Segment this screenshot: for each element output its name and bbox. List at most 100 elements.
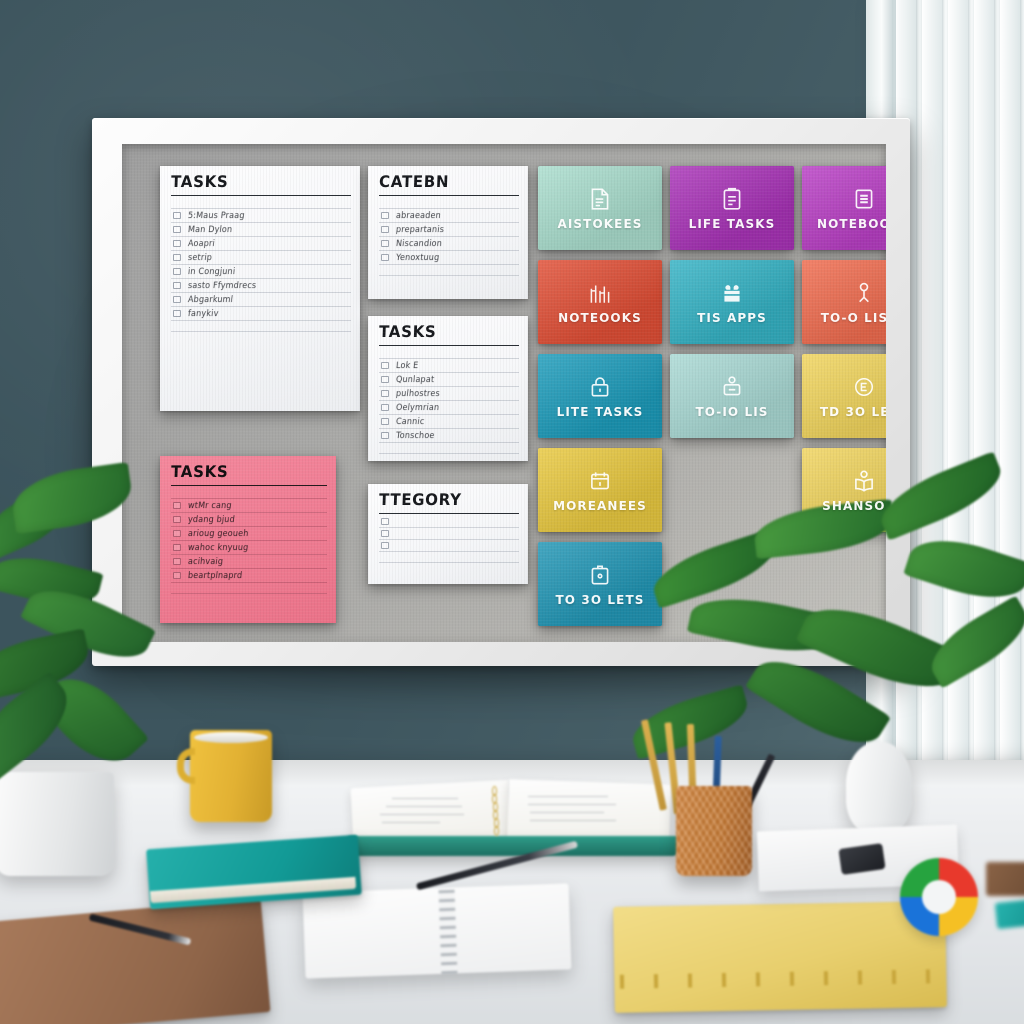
checkbox-icon[interactable]: [381, 362, 389, 369]
blind-slat: [1000, 0, 1020, 794]
teal-item-right-edge: [994, 896, 1024, 930]
note-row: [379, 443, 519, 454]
note-item-text: prepartanis: [395, 224, 445, 235]
checkbox-icon[interactable]: [381, 432, 389, 439]
note-row[interactable]: Man Dylon: [171, 223, 351, 237]
note-row[interactable]: 5:Maus Praag: [171, 209, 351, 223]
yellow-notebook[interactable]: [613, 901, 947, 1013]
checkbox-icon[interactable]: [173, 558, 181, 565]
note-row[interactable]: abraeaden: [379, 209, 519, 223]
checkbox-icon[interactable]: [173, 572, 181, 579]
checkbox-icon[interactable]: [173, 254, 181, 261]
note-row[interactable]: Abgarkuml: [171, 293, 351, 307]
note-tasks-main[interactable]: TASKS 5:Maus Praag Man Dylon Aoapri setr…: [160, 166, 360, 411]
white-vase: [846, 742, 912, 834]
notebook-text-line: [528, 804, 616, 805]
card-label: TD 3O LEFT: [819, 404, 886, 419]
checkbox-icon[interactable]: [173, 226, 181, 233]
card-noteooks[interactable]: NOTEOOKS: [538, 260, 662, 344]
card-aistokees[interactable]: AISTOKEES: [538, 166, 662, 250]
checkbox-icon[interactable]: [173, 516, 181, 523]
checkbox-icon[interactable]: [381, 376, 389, 383]
note-row[interactable]: wahoc knyuug: [171, 541, 327, 555]
checkbox-icon[interactable]: [381, 240, 389, 247]
notebook-spiral-coil: [494, 826, 499, 836]
note-row[interactable]: [379, 528, 519, 540]
note-item-text: wtMr cang: [187, 500, 233, 511]
checkbox-icon[interactable]: [173, 502, 181, 509]
pencil-cup[interactable]: [676, 786, 752, 876]
checkbox-icon[interactable]: [381, 254, 389, 261]
note-row[interactable]: Niscandion: [379, 237, 519, 251]
card-moreanees[interactable]: MOREANEES: [538, 448, 662, 532]
note-row[interactable]: ydang bjud: [171, 513, 327, 527]
note-title: CATEBN: [378, 172, 450, 192]
card-label: SHANSOCK: [822, 498, 886, 513]
brown-notebook[interactable]: [0, 898, 271, 1024]
card-label: MOREANEES: [553, 498, 647, 513]
note-row[interactable]: in Congjuni: [171, 265, 351, 279]
note-category-bottom[interactable]: TTEGORY: [368, 484, 528, 584]
note-row[interactable]: Cannic: [379, 415, 519, 429]
checkbox-icon[interactable]: [173, 282, 181, 289]
note-item-text: beartplnaprd: [187, 570, 243, 581]
checkbox-icon[interactable]: [381, 226, 389, 233]
note-row[interactable]: acihvaig: [171, 555, 327, 569]
note-row[interactable]: Qunlapat: [379, 373, 519, 387]
note-row[interactable]: [379, 540, 519, 552]
checkbox-icon[interactable]: [173, 310, 181, 317]
checkbox-icon[interactable]: [381, 212, 389, 219]
note-row[interactable]: beartplnaprd: [171, 569, 327, 583]
card-label: LIFE TASKS: [688, 216, 776, 231]
note-item-text: Man Dylon: [187, 224, 233, 235]
card-to-o-lists[interactable]: TO-O LISTS: [802, 260, 886, 344]
note-category-top[interactable]: CATEBN abraeaden prepartanis Niscandion: [368, 166, 528, 299]
card-label: NOTEBOOKS: [816, 216, 886, 231]
checkbox-icon[interactable]: [173, 240, 181, 247]
note-row[interactable]: prepartanis: [379, 223, 519, 237]
note-row[interactable]: Oelymrian: [379, 401, 519, 415]
checkbox-icon[interactable]: [173, 212, 181, 219]
note-row[interactable]: Lok E: [379, 359, 519, 373]
note-row[interactable]: [379, 516, 519, 528]
card-label: TO 3O LETS: [555, 592, 645, 607]
note-item-text: arioug geoueh: [187, 528, 250, 539]
card-lite-tasks[interactable]: LITE TASKS: [538, 354, 662, 438]
note-row[interactable]: Yenoxtuug: [379, 251, 519, 265]
checkbox-icon[interactable]: [381, 418, 389, 425]
checkbox-icon[interactable]: [381, 518, 389, 525]
note-tasks-second[interactable]: TASKS Lok E Qunlapat pulhostres Oelymria…: [368, 316, 528, 461]
note-row: [171, 198, 351, 209]
note-title: TASKS: [170, 172, 229, 192]
note-row[interactable]: Aoapri: [171, 237, 351, 251]
note-item-text: sasto Ffymdrecs: [187, 280, 257, 291]
checkbox-icon[interactable]: [173, 296, 181, 303]
note-row: [171, 488, 327, 499]
checkbox-icon[interactable]: [381, 542, 389, 549]
notebook-text-line: [528, 796, 608, 797]
yellow-mug[interactable]: [177, 730, 272, 822]
checkbox-icon[interactable]: [173, 530, 181, 537]
note-row[interactable]: Tonschoe: [379, 429, 519, 443]
card-life-tasks[interactable]: LIFE TASKS: [670, 166, 794, 250]
checkbox-icon[interactable]: [381, 404, 389, 411]
card-notebooks[interactable]: NOTEBOOKS: [802, 166, 886, 250]
note-tasks-pink[interactable]: TASKS wtMr cang ydang bjud arioug geoueh: [160, 456, 336, 623]
note-row[interactable]: setrip: [171, 251, 351, 265]
note-row[interactable]: pulhostres: [379, 387, 519, 401]
card-td-3o-left[interactable]: TD 3O LEFT: [802, 354, 886, 438]
checkbox-icon[interactable]: [173, 544, 181, 551]
checkbox-icon[interactable]: [381, 530, 389, 537]
note-row[interactable]: arioug geoueh: [171, 527, 327, 541]
note-row[interactable]: sasto Ffymdrecs: [171, 279, 351, 293]
card-tis-apps[interactable]: TIS APPS: [670, 260, 794, 344]
spiral-notepad[interactable]: [302, 883, 572, 979]
checkbox-icon[interactable]: [173, 268, 181, 275]
checkbox-icon[interactable]: [381, 390, 389, 397]
notebook-text-line: [382, 822, 440, 823]
note-item-text: pulhostres: [395, 388, 441, 399]
note-row[interactable]: wtMr cang: [171, 499, 327, 513]
card-to-io-lis[interactable]: TO-IO LIS: [670, 354, 794, 438]
card-to-3o-lets[interactable]: TO 3O LETS: [538, 542, 662, 626]
note-row[interactable]: fanykiv: [171, 307, 351, 321]
